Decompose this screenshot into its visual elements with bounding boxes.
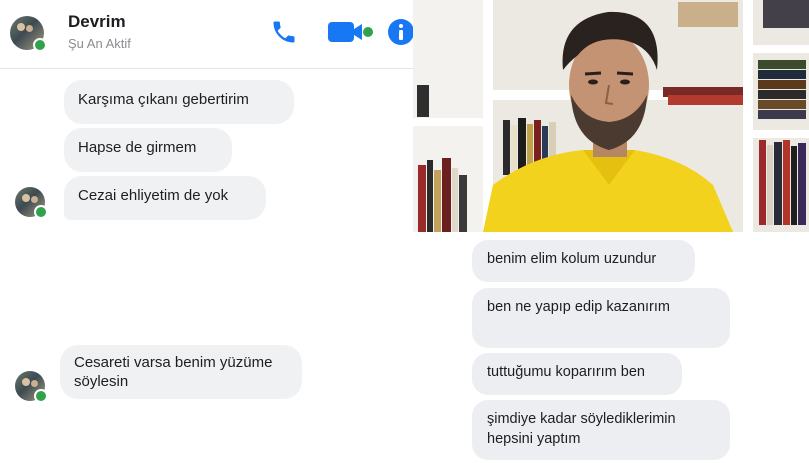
message-bubble[interactable]: tuttuğumu koparırım ben xyxy=(472,353,682,395)
info-icon[interactable] xyxy=(387,18,415,46)
sender-avatar xyxy=(15,371,48,403)
phone-icon[interactable] xyxy=(270,18,298,46)
online-status-dot xyxy=(34,389,48,403)
message-bubble[interactable]: Cesareti varsa benim yüzüme söylesin xyxy=(60,345,302,399)
message-bubble[interactable]: Karşıma çıkanı gebertirim xyxy=(64,80,294,124)
photo-illustration xyxy=(413,0,809,232)
contact-status: Şu An Aktif xyxy=(68,36,131,51)
online-status-dot xyxy=(33,38,47,52)
message-bubble[interactable]: Hapse de girmem xyxy=(64,128,232,172)
chat-header: Devrim Şu An Aktif xyxy=(0,0,415,69)
sender-avatar xyxy=(15,187,48,219)
online-status-dot xyxy=(34,205,48,219)
message-bubble[interactable]: şimdiye kadar söylediklerimin hepsini ya… xyxy=(472,400,730,460)
video-camera-icon[interactable] xyxy=(328,20,374,44)
message-bubble[interactable]: ben ne yapıp edip kazanırım xyxy=(472,288,730,348)
message-bubble[interactable]: benim elim kolum uzundur xyxy=(472,240,695,282)
message-bubble[interactable]: Cezai ehliyetim de yok xyxy=(64,176,266,220)
contact-name[interactable]: Devrim xyxy=(68,12,126,32)
contact-avatar[interactable] xyxy=(10,16,47,52)
person-photo xyxy=(413,0,809,232)
